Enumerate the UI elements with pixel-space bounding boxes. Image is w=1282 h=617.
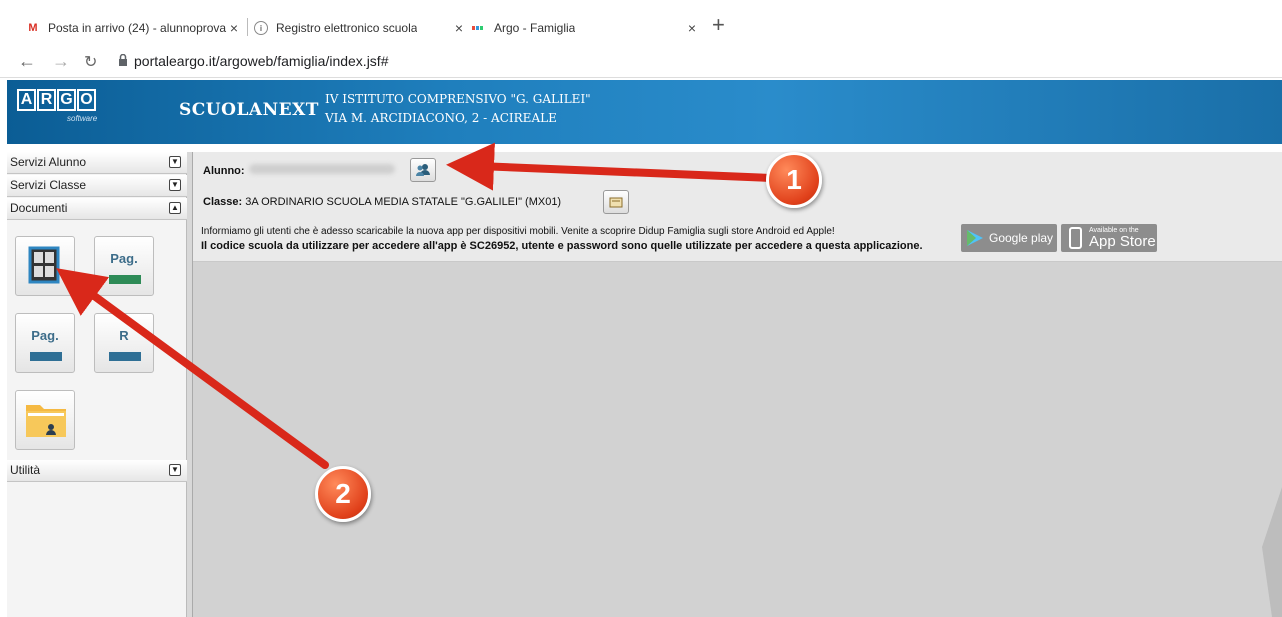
collapse-icon[interactable]: ▲ bbox=[169, 202, 181, 214]
document-icon bbox=[109, 352, 141, 361]
class-icon bbox=[609, 197, 623, 208]
expand-icon[interactable]: ▼ bbox=[169, 179, 181, 191]
sidebar-section-documenti[interactable]: Documenti ▲ bbox=[7, 198, 187, 220]
classe-row: Classe: 3A ORDINARIO SCUOLA MEDIA STATAL… bbox=[203, 196, 562, 208]
close-tab-icon[interactable]: × bbox=[688, 20, 696, 36]
background-decoration bbox=[1262, 487, 1282, 617]
url-field[interactable]: portaleargo.it/argoweb/famiglia/index.js… bbox=[134, 53, 388, 69]
app-header: A R G O software SCUOLANEXT IV ISTITUTO … bbox=[7, 80, 1282, 144]
main-panel: Alunno: Classe: 3A ORDINARIO SCUOLA MEDI… bbox=[193, 152, 1282, 617]
sidebar: Servizi Alunno ▼ Servizi Classe ▼ Docume… bbox=[7, 152, 187, 617]
lock-icon bbox=[119, 54, 127, 66]
phone-icon bbox=[1069, 227, 1082, 249]
select-student-button[interactable] bbox=[410, 158, 436, 182]
bacheca-icon bbox=[28, 246, 60, 284]
close-tab-icon[interactable]: × bbox=[455, 20, 463, 36]
new-tab-button[interactable]: + bbox=[712, 12, 725, 38]
reload-icon[interactable]: ↻ bbox=[84, 52, 97, 72]
app-info-text: Informiamo gli utenti che è adesso scari… bbox=[201, 226, 835, 237]
screen: M Posta in arrivo (24) - alunnoprova × i… bbox=[0, 0, 1282, 617]
student-name-redacted bbox=[249, 164, 395, 174]
school-address: VIA M. ARCIDIACONO, 2 - ACIREALE bbox=[325, 111, 557, 125]
alunno-label: Alunno: bbox=[203, 165, 245, 177]
argo-logo: A R G O bbox=[17, 89, 97, 111]
close-tab-icon[interactable]: × bbox=[230, 20, 238, 36]
logo-subtitle: software bbox=[67, 114, 98, 123]
sidebar-section-utilita[interactable]: Utilità ▼ bbox=[7, 460, 187, 482]
expand-icon[interactable]: ▼ bbox=[169, 464, 181, 476]
google-play-badge[interactable]: Google play bbox=[961, 224, 1057, 252]
school-code-text: Il codice scuola da utilizzare per acced… bbox=[201, 240, 923, 252]
annotation-badge-1: 1 bbox=[766, 152, 822, 208]
back-icon[interactable]: ← bbox=[18, 51, 36, 72]
expand-icon[interactable]: ▼ bbox=[169, 156, 181, 168]
tile-pagella-2[interactable]: Pag. bbox=[15, 313, 75, 373]
tab-registro[interactable]: i Registro elettronico scuola × bbox=[254, 14, 469, 42]
sidebar-section-servizi-alunno[interactable]: Servizi Alunno ▼ bbox=[7, 152, 187, 174]
document-icon bbox=[30, 352, 62, 361]
document-icon bbox=[109, 275, 141, 284]
tile-documenti-alunno[interactable] bbox=[15, 390, 75, 450]
student-info-panel: Alunno: Classe: 3A ORDINARIO SCUOLA MEDI… bbox=[193, 152, 1282, 262]
tile-ricevute[interactable]: R bbox=[94, 313, 154, 373]
address-bar: ← → ↻ portaleargo.it/argoweb/famiglia/in… bbox=[0, 45, 1282, 78]
annotation-badge-2: 2 bbox=[315, 466, 371, 522]
app-store-text: Available on the App Store bbox=[1089, 227, 1156, 250]
school-name: IV ISTITUTO COMPRENSIVO "G. GALILEI" bbox=[325, 92, 591, 106]
tab-separator bbox=[247, 18, 248, 36]
play-icon bbox=[967, 230, 983, 246]
tab-argo[interactable]: Argo - Famiglia × bbox=[472, 14, 702, 42]
brand-title: SCUOLANEXT bbox=[179, 100, 319, 120]
select-class-button[interactable] bbox=[603, 190, 629, 214]
argo-icon bbox=[472, 21, 486, 35]
app-store-badge[interactable]: Available on the App Store bbox=[1061, 224, 1157, 252]
browser-tab-bar: M Posta in arrivo (24) - alunnoprova × i… bbox=[0, 0, 1282, 45]
sidebar-section-servizi-classe[interactable]: Servizi Classe ▼ bbox=[7, 175, 187, 197]
gmail-icon: M bbox=[28, 22, 38, 34]
users-icon bbox=[416, 164, 430, 176]
tab-gmail[interactable]: M Posta in arrivo (24) - alunnoprova × bbox=[26, 14, 244, 42]
forward-icon[interactable]: → bbox=[52, 51, 70, 72]
school-icon: i bbox=[254, 21, 268, 35]
tile-bacheca[interactable] bbox=[15, 236, 75, 296]
folder-user-icon bbox=[26, 405, 66, 437]
tile-pagella-1[interactable]: Pag. bbox=[94, 236, 154, 296]
